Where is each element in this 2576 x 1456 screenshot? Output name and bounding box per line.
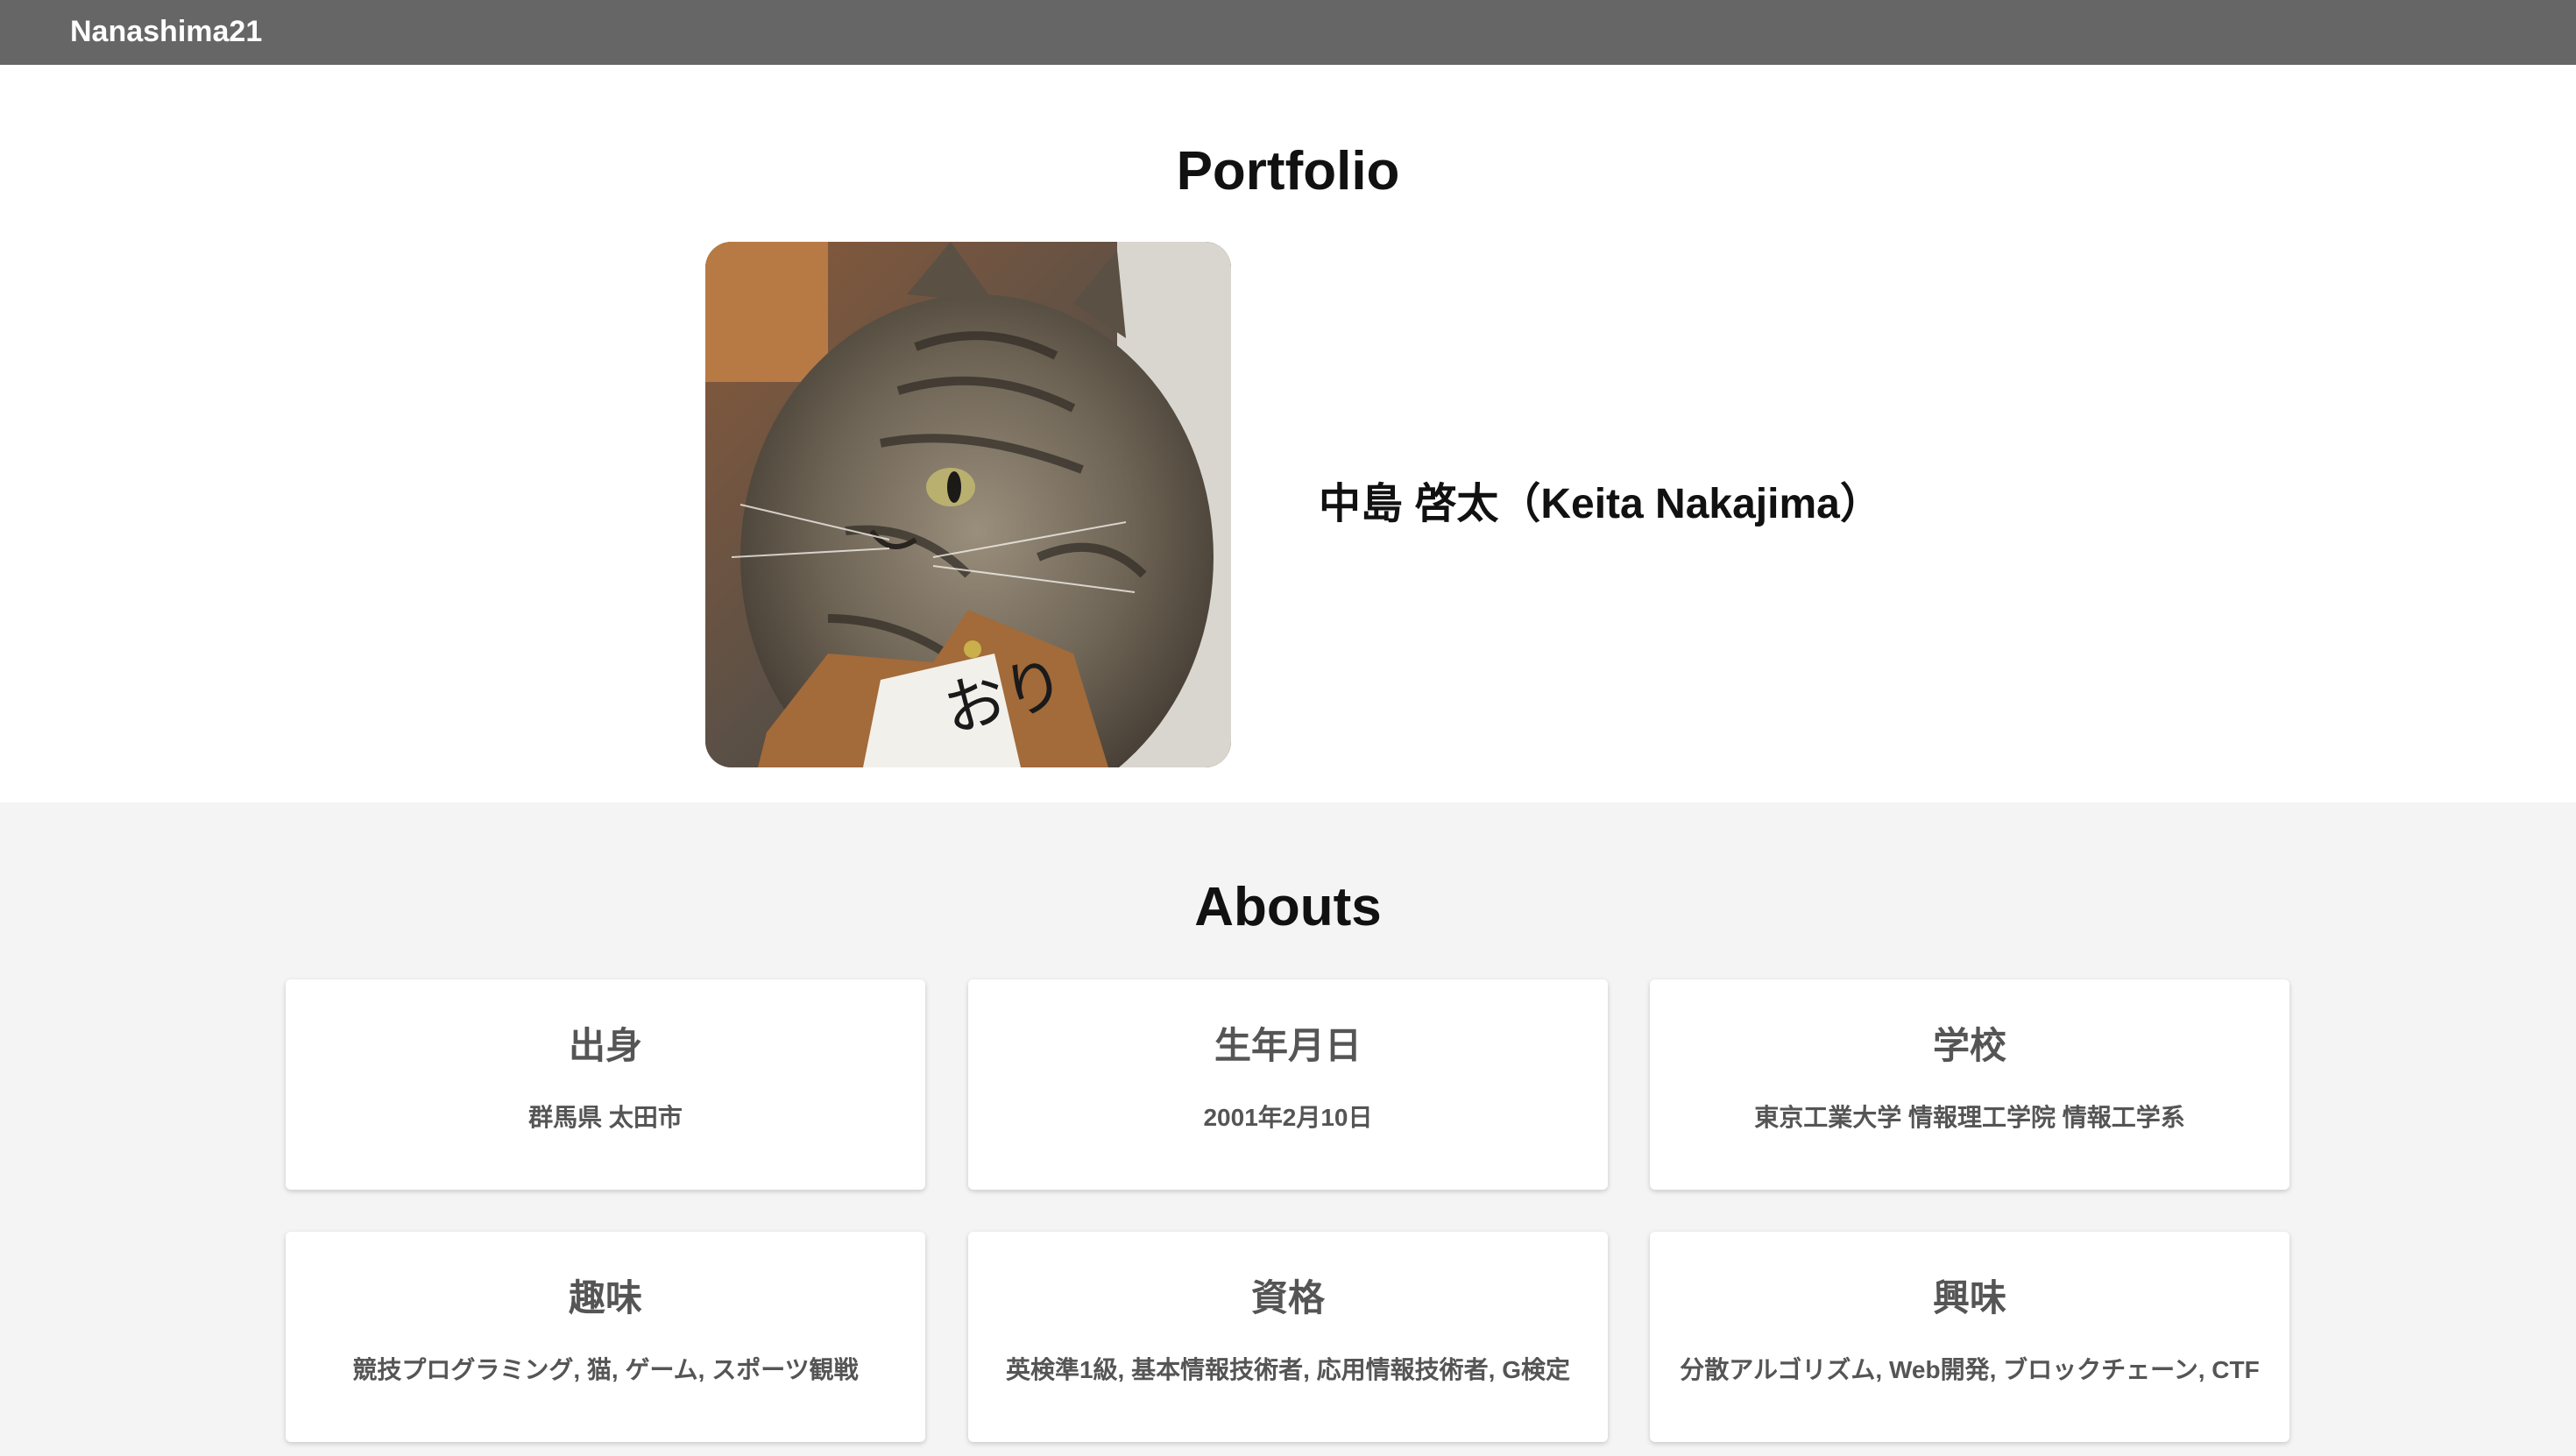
about-card-interests: 興味 分散アルゴリズム, Web開発, ブロックチェーン, CTF <box>1650 1232 2289 1442</box>
about-card-school: 学校 東京工業大学 情報理工学院 情報工学系 <box>1650 979 2289 1190</box>
about-card-title: 生年月日 <box>1214 1025 1362 1066</box>
about-card-text: 競技プログラミング, 猫, ゲーム, スポーツ観戦 <box>352 1356 859 1383</box>
about-card-text: 英検準1級, 基本情報技術者, 応用情報技術者, G検定 <box>1005 1356 1571 1383</box>
top-navbar: Nanashima21 <box>0 0 2576 65</box>
abouts-section: Abouts 出身 群馬県 太田市 生年月日 2001年2月10日 学校 東京工… <box>0 802 2576 1456</box>
about-card-hobbies: 趣味 競技プログラミング, 猫, ゲーム, スポーツ観戦 <box>286 1232 925 1442</box>
about-card-birthday: 生年月日 2001年2月10日 <box>968 979 1608 1190</box>
about-card-qualifications: 資格 英検準1級, 基本情報技術者, 応用情報技術者, G検定 <box>968 1232 1608 1442</box>
profile-cat-photo: おり <box>705 242 1231 767</box>
about-card-title: 趣味 <box>568 1277 642 1318</box>
about-card-title: 興味 <box>1932 1277 2006 1318</box>
abouts-title: Abouts <box>1194 877 1382 937</box>
about-card-text: 東京工業大学 情報理工学院 情報工学系 <box>1754 1104 2185 1131</box>
portfolio-title: Portfolio <box>1176 141 1400 201</box>
about-card-text: 群馬県 太田市 <box>528 1104 683 1131</box>
about-card-title: 学校 <box>1932 1025 2006 1066</box>
profile-name: 中島 啓太（Keita Nakajima） <box>1319 481 1882 527</box>
about-card-text: 分散アルゴリズム, Web開発, ブロックチェーン, CTF <box>1680 1356 2260 1383</box>
about-card-title: 出身 <box>568 1025 642 1066</box>
about-card-text: 2001年2月10日 <box>1203 1104 1373 1131</box>
about-card-title: 資格 <box>1250 1277 1325 1318</box>
portfolio-section: Portfolio おり 中島 啓太（Keita Nakajima） <box>0 65 2576 802</box>
site-brand-link[interactable]: Nanashima21 <box>70 12 262 51</box>
about-card-birthplace: 出身 群馬県 太田市 <box>286 979 925 1190</box>
cat-photo-icon: おり <box>705 242 1231 767</box>
